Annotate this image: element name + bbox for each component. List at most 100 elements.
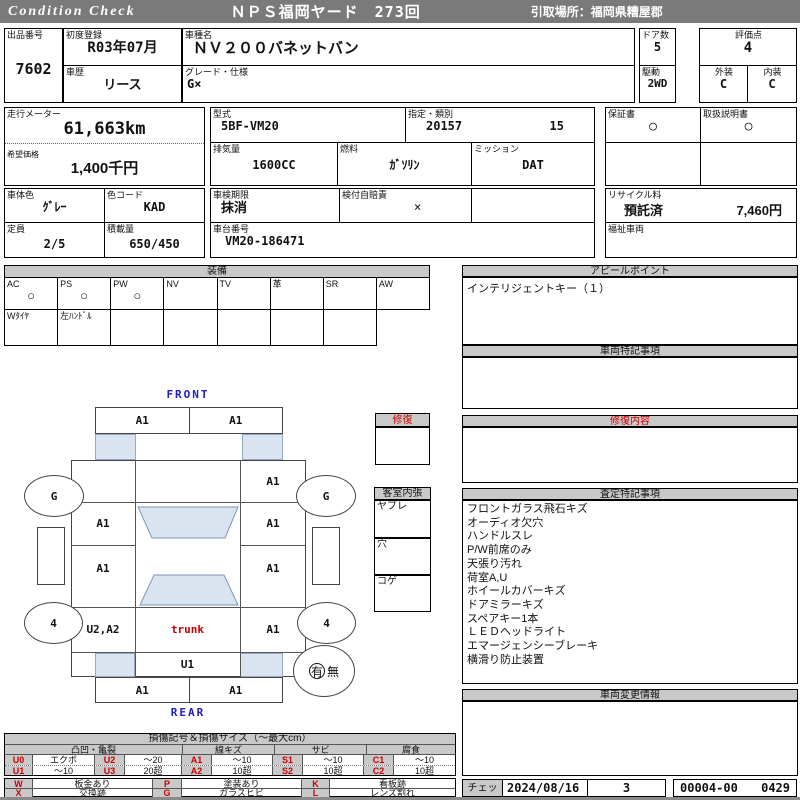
warranty-mark: ○ bbox=[649, 119, 657, 134]
repair-details-header: 修復内容 bbox=[462, 415, 798, 427]
check-count: 3 bbox=[622, 781, 631, 795]
first-registration-value: R03年07月 bbox=[87, 40, 158, 56]
list-item: P/W前席のみ bbox=[467, 544, 532, 557]
rear-bumper: A1 A1 bbox=[95, 677, 283, 703]
body-color-value: ｸﾞﾚｰ bbox=[42, 200, 67, 214]
front-bumper-right-mark: A1 bbox=[188, 408, 283, 433]
change-info-body bbox=[462, 701, 798, 776]
chassis-number-box: 車台番号 VM20-186471 bbox=[210, 222, 595, 258]
equipment-cell-tv: TV bbox=[218, 278, 271, 309]
list-item: オーディオ欠穴 bbox=[467, 516, 544, 529]
score-label: 評価点 bbox=[734, 30, 762, 40]
empty-cell bbox=[605, 142, 701, 186]
legend-size: ～20 bbox=[125, 755, 182, 765]
model-code-box: 型式 5BF-VM20 bbox=[210, 107, 406, 143]
rear-left-corner-shade bbox=[95, 653, 135, 677]
doors-value: 5 bbox=[653, 40, 662, 54]
odometer-price-box: 走行メーター 61,663km 希望価格 1,400千円 bbox=[4, 107, 205, 186]
displacement-label: 排気量 bbox=[213, 144, 241, 154]
equipment-cell-aw: AW bbox=[377, 278, 429, 309]
exterior-grade-box: 外装 C bbox=[699, 65, 748, 103]
color-code-label: 色コード bbox=[107, 190, 144, 200]
equipment-cell-ps: PS ○ bbox=[58, 278, 112, 309]
recycle-fee-value: 7,460円 bbox=[736, 203, 782, 218]
legend-size: 10超 bbox=[303, 766, 364, 775]
first-registration-label: 初度登録 bbox=[66, 30, 103, 40]
equipment-cell-ac: AC ○ bbox=[5, 278, 59, 309]
chassis-number-value: VM20-186471 bbox=[225, 234, 305, 248]
vehicle-notes-body bbox=[462, 357, 798, 409]
legend-code: A1 bbox=[182, 755, 212, 765]
damage-diagram: FRONT A1 A1 G G 4 4 A1 A1 A1 A1 A1 U2,A2… bbox=[8, 388, 368, 730]
legend-code: K bbox=[302, 779, 330, 788]
check-label: チェック bbox=[462, 779, 503, 797]
assessment-notes-body: フロントガラス飛石キズ オーディオ欠穴 ハンドルスレ P/W前席のみ 天張り汚れ 荷室A,… bbox=[462, 500, 798, 684]
lot-number-box: 出品番号 7602 bbox=[4, 28, 63, 103]
legend-desc: 板金あり bbox=[33, 779, 153, 788]
grade-box: グレード・仕様 G× bbox=[182, 65, 635, 103]
load-capacity-box: 積載量 650/450 bbox=[104, 222, 205, 258]
left-rear-door-mark: A1 bbox=[96, 561, 110, 575]
history-value: リース bbox=[103, 77, 142, 92]
rear-bumper-left-mark: A1 bbox=[135, 683, 149, 697]
model-name-label: 車種名 bbox=[185, 30, 213, 40]
legend-code: L bbox=[302, 789, 330, 797]
lot-number-value: 7602 bbox=[15, 60, 52, 78]
grade-value: G× bbox=[187, 77, 202, 91]
legend-size: ～10 bbox=[414, 755, 434, 765]
list-item: フロントガラス飛石キズ bbox=[467, 503, 588, 515]
recycle-fee-box: リサイクル料 預託済 7,460円 bbox=[605, 188, 797, 223]
history-label: 車歴 bbox=[66, 67, 85, 77]
score-value: 4 bbox=[743, 40, 753, 56]
equipment-mark: ○ bbox=[80, 288, 89, 303]
legend-code: U0 bbox=[5, 755, 33, 765]
legend-size: ～10 bbox=[33, 766, 95, 775]
list-item: 荷室A,U bbox=[467, 571, 508, 584]
recycle-fee-label: リサイクル料 bbox=[608, 190, 662, 200]
load-capacity-label: 積載量 bbox=[107, 224, 135, 234]
equipment-row-1: AC ○ PS ○ PW ○ NV TV 革 SR AW bbox=[4, 277, 430, 310]
class-value-1: 20157 bbox=[426, 119, 463, 133]
load-capacity-value: 650/450 bbox=[129, 237, 180, 251]
drive-box: 駆動 2WD bbox=[639, 65, 676, 103]
equipment-cell-pw: PW ○ bbox=[111, 278, 165, 309]
front-bumper-left-mark: A1 bbox=[135, 414, 149, 427]
appeal-points-content: インテリジェントキー（１） bbox=[467, 283, 610, 295]
legend-size: エクボ bbox=[33, 755, 95, 765]
odometer-label: 走行メーター bbox=[7, 109, 62, 119]
spare-tire-indicator: 有 無 bbox=[293, 645, 355, 697]
fuel-label: 燃料 bbox=[340, 144, 359, 154]
divider bbox=[5, 143, 204, 145]
model-name-value: ＮＶ２００バネットバン bbox=[193, 40, 359, 57]
exterior-grade-label: 外装 bbox=[714, 67, 733, 77]
cabin-lining-tear-label: ヤブレ bbox=[377, 501, 407, 512]
rear-bumper-right-mark: A1 bbox=[188, 678, 283, 702]
insurance-label: 検付自賠責 bbox=[342, 190, 388, 200]
class-box: 指定・類別 20157 15 bbox=[405, 107, 595, 143]
transmission-label: ミッション bbox=[474, 144, 520, 154]
transmission-value: DAT bbox=[522, 158, 544, 172]
legend-desc: ガラスヒビ bbox=[182, 789, 302, 797]
fuel-box: 燃料 ｶﾞｿﾘﾝ bbox=[337, 142, 472, 186]
legend-size: ～10 bbox=[303, 755, 364, 765]
equipment-cell-empty bbox=[324, 310, 376, 345]
legend-size: 10超 bbox=[414, 766, 434, 775]
legend-desc: 交換跡 bbox=[33, 789, 153, 797]
legend-desc: レンズ割れ bbox=[370, 789, 415, 797]
odometer-value: 61,663km bbox=[63, 119, 146, 139]
right-rear-door-mark: A1 bbox=[266, 561, 280, 575]
legend-size: 20超 bbox=[125, 766, 182, 775]
fuel-value: ｶﾞｿﾘﾝ bbox=[389, 158, 420, 172]
legend-desc: 塗装あり bbox=[182, 779, 302, 788]
displacement-value: 1600CC bbox=[252, 158, 296, 172]
pickup-location: 引取場所：福岡県糟屋郡 bbox=[530, 5, 663, 19]
repair-mini-body bbox=[375, 427, 430, 465]
list-item: 横滑り防止装置 bbox=[467, 653, 544, 666]
cabin-lining-hole-label: 穴 bbox=[377, 539, 387, 550]
left-quarter-mark: U2,A2 bbox=[86, 623, 120, 636]
equipment-mark: ○ bbox=[133, 288, 142, 303]
equipment-cell-leather: 革 bbox=[271, 278, 324, 309]
legend-code: C2 bbox=[364, 766, 394, 775]
legend-code: A2 bbox=[182, 766, 212, 775]
header-bar: Condition Check ＮＰＳ福岡ヤード 273回 引取場所：福岡県糟屋… bbox=[0, 0, 800, 23]
